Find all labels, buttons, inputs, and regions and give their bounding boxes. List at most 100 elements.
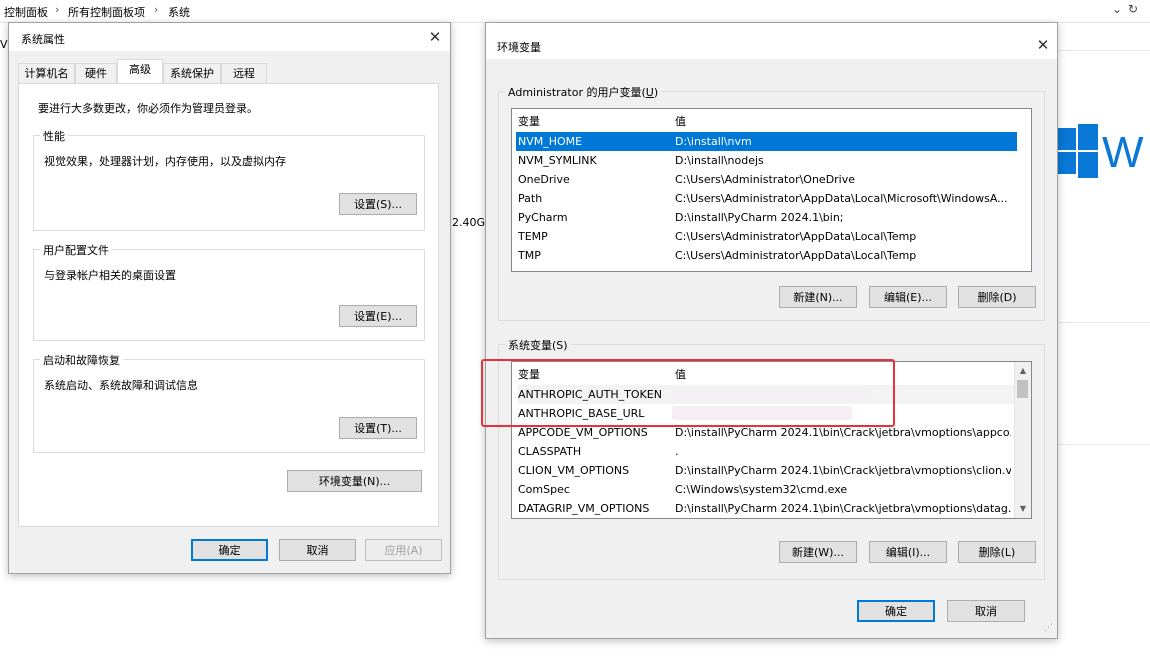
- user-profiles-group: 用户配置文件 与登录帐户相关的桌面设置 设置(E)...: [33, 242, 425, 341]
- windows-logo-text: W: [1102, 128, 1144, 177]
- variable-value: .: [675, 445, 679, 458]
- startup-recovery-description: 系统启动、系统故障和调试信息: [44, 379, 198, 392]
- dialog-title: 环境变量: [497, 41, 541, 54]
- title-bar[interactable]: 系统属性 ✕: [9, 23, 450, 51]
- vertical-scrollbar[interactable]: ▲ ▼: [1014, 362, 1031, 518]
- user-profiles-description: 与登录帐户相关的桌面设置: [44, 269, 176, 282]
- variable-name: PyCharm: [518, 211, 568, 224]
- scroll-down-icon[interactable]: ▼: [1015, 502, 1031, 516]
- startup-recovery-group: 启动和故障恢复 系统启动、系统故障和调试信息 设置(T)...: [33, 352, 425, 453]
- tab-advanced[interactable]: 高级: [117, 59, 163, 83]
- startup-recovery-label: 启动和故障恢复: [40, 352, 123, 368]
- user-profiles-label: 用户配置文件: [40, 242, 112, 258]
- performance-description: 视觉效果，处理器计划，内存使用，以及虚拟内存: [44, 155, 286, 168]
- list-item[interactable]: ComSpec C:\Windows\system32\cmd.exe: [518, 480, 1015, 499]
- breadcrumb-system[interactable]: 系统: [168, 4, 190, 20]
- column-header-value[interactable]: 值: [675, 112, 1027, 131]
- list-item[interactable]: CLASSPATH .: [518, 442, 1015, 461]
- variable-name: NVM_HOME: [518, 135, 583, 148]
- breadcrumb-all-items[interactable]: 所有控制面板项: [68, 4, 145, 20]
- list-header[interactable]: 变量 值: [518, 112, 1031, 131]
- windows-logo-icon: [1058, 124, 1098, 178]
- divider: [1056, 50, 1150, 51]
- cancel-button[interactable]: 取消: [279, 539, 356, 561]
- user-variables-label: Administrator 的用户变量(U): [505, 84, 662, 100]
- title-bar[interactable]: 环境变量 ✕: [486, 23, 1057, 59]
- address-bar[interactable]: 控制面板 › 所有控制面板项 › 系统 ⌄ ↻: [0, 0, 1150, 23]
- breadcrumb-separator: ›: [154, 3, 159, 16]
- tab-computer-name[interactable]: 计算机名: [18, 63, 75, 83]
- variable-name: TEMP: [518, 230, 548, 243]
- user-new-button[interactable]: 新建(N)...: [779, 286, 857, 308]
- variable-name: Path: [518, 192, 543, 205]
- variable-name: NVM_SYMLINK: [518, 154, 597, 167]
- user-variables-list[interactable]: 变量 值 NVM_HOME D:\install\nvm NVM_SYMLINK…: [511, 108, 1032, 272]
- tab-system-protection[interactable]: 系统保护: [163, 63, 221, 83]
- tab-remote[interactable]: 远程: [221, 63, 267, 83]
- variable-name: DATAGRIP_VM_OPTIONS: [518, 502, 650, 515]
- user-profiles-settings-button[interactable]: 设置(E)...: [339, 305, 417, 327]
- cancel-button[interactable]: 取消: [947, 600, 1025, 622]
- dialog-title: 系统属性: [21, 33, 65, 46]
- system-new-button[interactable]: 新建(W)...: [779, 541, 857, 563]
- variable-value: C:\Users\Administrator\AppData\Local\Tem…: [675, 230, 917, 243]
- system-variables-label: 系统变量(S): [505, 337, 571, 353]
- variable-name: ComSpec: [518, 483, 570, 496]
- variable-name: CLASSPATH: [518, 445, 582, 458]
- variable-value: C:\Users\Administrator\OneDrive: [675, 173, 856, 186]
- close-icon[interactable]: ✕: [1033, 35, 1053, 55]
- list-item[interactable]: NVM_HOME D:\install\nvm: [516, 132, 1017, 151]
- startup-recovery-settings-button[interactable]: 设置(T)...: [339, 417, 417, 439]
- column-header-variable[interactable]: 变量: [518, 112, 668, 131]
- advanced-tab-page: 要进行大多数更改，你必须作为管理员登录。 性能 视觉效果，处理器计划，内存使用，…: [18, 83, 439, 527]
- environment-variables-dialog: 环境变量 ✕ Administrator 的用户变量(U) 变量 值 NVM_H…: [485, 22, 1058, 639]
- apply-button: 应用(A): [365, 539, 442, 561]
- chevron-down-icon[interactable]: ⌄: [1112, 2, 1122, 16]
- scroll-up-icon[interactable]: ▲: [1015, 364, 1031, 378]
- tab-strip: 计算机名 硬件 高级 系统保护 远程: [18, 59, 438, 83]
- user-variables-group: Administrator 的用户变量(U) 变量 值 NVM_HOME D:\…: [498, 84, 1045, 321]
- variable-value: C:\Windows\system32\cmd.exe: [675, 483, 848, 496]
- user-edit-button[interactable]: 编辑(E)...: [869, 286, 947, 308]
- divider: [1056, 322, 1150, 323]
- variable-value: D:\install\PyCharm 2024.1\bin\Crack\jetb…: [675, 502, 1011, 515]
- list-item[interactable]: Path C:\Users\Administrator\AppData\Loca…: [518, 189, 1031, 208]
- tab-hardware[interactable]: 硬件: [75, 63, 117, 83]
- variable-value: D:\install\PyCharm 2024.1\bin\Crack\jetb…: [675, 464, 1011, 477]
- highlight-annotation: [481, 359, 895, 427]
- variable-name: CLION_VM_OPTIONS: [518, 464, 630, 477]
- variable-value: D:\install\nodejs: [675, 154, 764, 167]
- environment-variables-button[interactable]: 环境变量(N)...: [287, 470, 422, 492]
- breadcrumb-control-panel[interactable]: 控制面板: [4, 4, 48, 20]
- system-edit-button[interactable]: 编辑(I)...: [869, 541, 947, 563]
- breadcrumb-separator: ›: [55, 3, 60, 16]
- variable-value: C:\Users\Administrator\AppData\Local\Tem…: [675, 249, 917, 262]
- admin-note: 要进行大多数更改，你必须作为管理员登录。: [38, 102, 258, 115]
- resize-grip-icon[interactable]: ⋰: [1044, 623, 1053, 633]
- performance-label: 性能: [40, 128, 68, 144]
- variable-name: OneDrive: [518, 173, 570, 186]
- performance-group: 性能 视觉效果，处理器计划，内存使用，以及虚拟内存 设置(S)...: [33, 128, 425, 231]
- close-icon[interactable]: ✕: [425, 27, 445, 47]
- scrollbar-thumb[interactable]: [1017, 380, 1028, 398]
- list-item[interactable]: TEMP C:\Users\Administrator\AppData\Loca…: [518, 227, 1031, 246]
- variable-value: D:\install\PyCharm 2024.1\bin;: [675, 211, 844, 224]
- list-item[interactable]: OneDrive C:\Users\Administrator\OneDrive: [518, 170, 1031, 189]
- system-delete-button[interactable]: 删除(L): [958, 541, 1036, 563]
- divider: [1056, 444, 1150, 445]
- background-text-fragment: V: [0, 38, 8, 51]
- variable-value: C:\Users\Administrator\AppData\Local\Mic…: [675, 192, 1008, 205]
- list-item[interactable]: DATAGRIP_VM_OPTIONS D:\install\PyCharm 2…: [518, 499, 1015, 518]
- list-item[interactable]: CLION_VM_OPTIONS D:\install\PyCharm 2024…: [518, 461, 1015, 480]
- variable-name: TMP: [518, 249, 541, 262]
- performance-settings-button[interactable]: 设置(S)...: [339, 193, 417, 215]
- refresh-icon[interactable]: ↻: [1128, 2, 1138, 16]
- ok-button[interactable]: 确定: [857, 600, 935, 622]
- variable-value: D:\install\nvm: [675, 135, 752, 148]
- list-item[interactable]: TMP C:\Users\Administrator\AppData\Local…: [518, 246, 1031, 265]
- user-delete-button[interactable]: 删除(D): [958, 286, 1036, 308]
- system-properties-dialog: 系统属性 ✕ 计算机名 硬件 高级 系统保护 远程 要进行大多数更改，你必须作为…: [8, 22, 451, 574]
- list-item[interactable]: PyCharm D:\install\PyCharm 2024.1\bin;: [518, 208, 1031, 227]
- ok-button[interactable]: 确定: [191, 539, 268, 561]
- list-item[interactable]: NVM_SYMLINK D:\install\nodejs: [518, 151, 1031, 170]
